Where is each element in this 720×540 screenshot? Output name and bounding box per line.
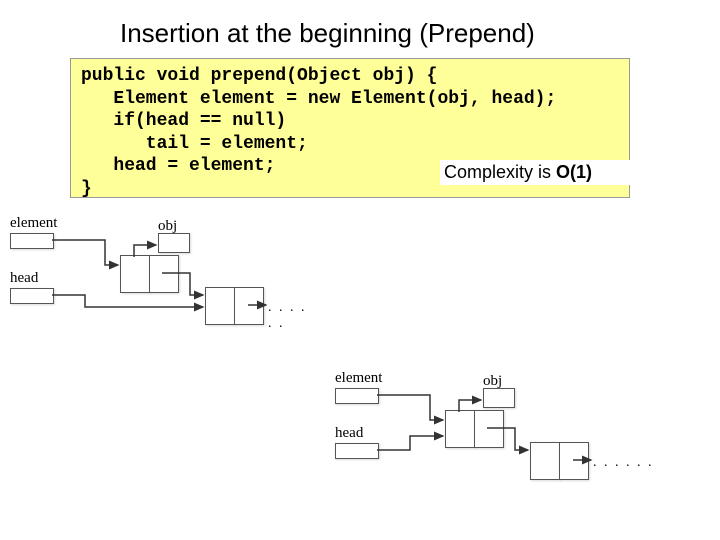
new-node — [120, 255, 179, 293]
element-ref-box-2 — [335, 388, 379, 404]
obj-box — [158, 233, 190, 253]
label-element-2: element — [335, 370, 382, 387]
diagram-prepend-after: element head obj . . . . . . — [335, 370, 655, 520]
element-ref-box — [10, 233, 54, 249]
label-head: head — [10, 270, 38, 287]
head-ref-box — [10, 288, 54, 304]
complexity-value: O(1) — [556, 162, 592, 182]
first-node-2 — [530, 442, 589, 480]
head-ref-box-2 — [335, 443, 379, 459]
ellipsis-dots: . . . . . . — [268, 300, 310, 332]
slide-title: Insertion at the beginning (Prepend) — [120, 18, 535, 49]
label-element: element — [10, 215, 57, 232]
diagram-prepend-before: element head obj . . . . . . — [10, 215, 310, 355]
complexity-prefix: Complexity is — [444, 162, 551, 182]
ellipsis-dots-2: . . . . . . — [593, 455, 654, 471]
obj-box-2 — [483, 388, 515, 408]
first-node — [205, 287, 264, 325]
label-head-2: head — [335, 425, 363, 442]
new-node-2 — [445, 410, 504, 448]
complexity-note: Complexity is O(1) — [440, 160, 648, 185]
